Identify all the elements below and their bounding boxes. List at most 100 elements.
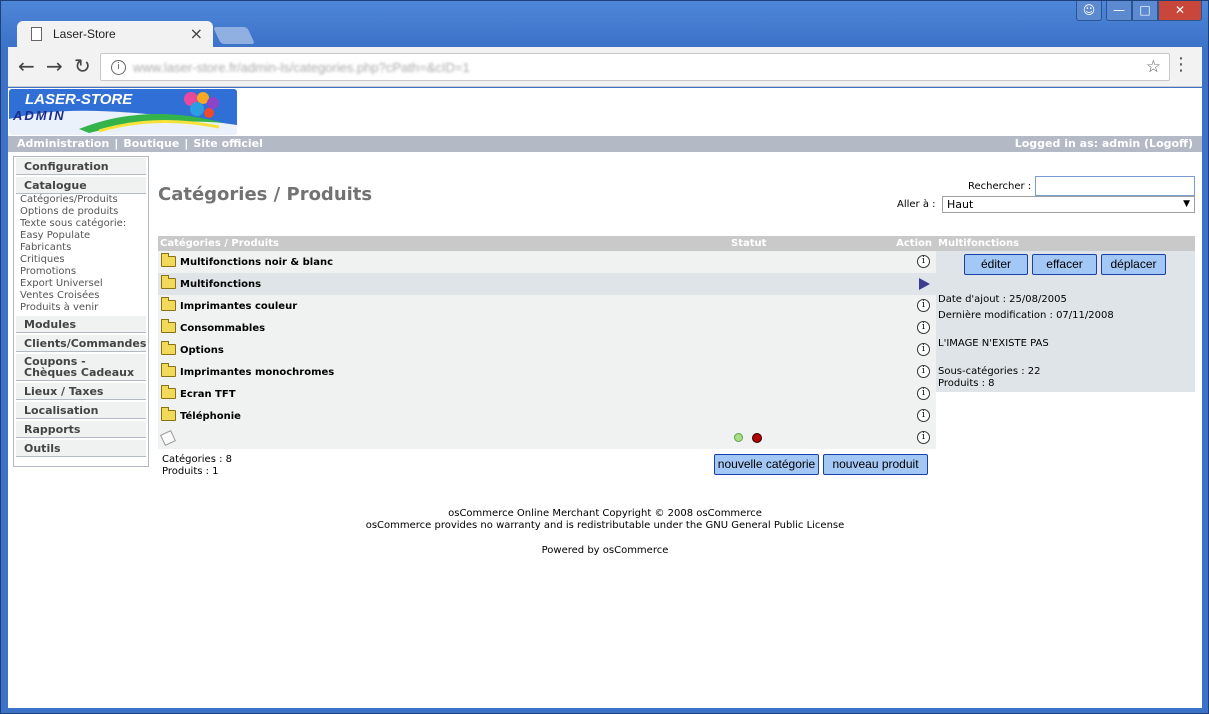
info-icon[interactable]: i <box>917 299 930 312</box>
product-icon[interactable] <box>160 430 176 446</box>
sidebar-item-options-produits[interactable]: Options de produits <box>14 206 148 218</box>
title-bar: Laser-Store × ☺ — □ ✕ <box>1 1 1208 48</box>
logo-line2: ADMIN <box>12 108 66 123</box>
folder-icon[interactable] <box>161 319 176 333</box>
table-row[interactable]: Multifonctions noir & blanc i <box>158 251 936 273</box>
info-icon[interactable]: i <box>917 365 930 378</box>
new-tab-button[interactable] <box>213 27 255 44</box>
sidebar-item-fabricants[interactable]: Fabricants <box>14 242 148 254</box>
reload-icon[interactable]: ↻ <box>74 55 91 77</box>
info-icon[interactable]: i <box>917 255 930 268</box>
browser-toolbar: ← → ↻ i www.laser-store.fr/admin-ls/cate… <box>8 47 1202 87</box>
browser-tab[interactable]: Laser-Store × <box>17 21 213 48</box>
browser-window: Laser-Store × ☺ — □ ✕ ← → ↻ i www.laser-… <box>0 0 1209 714</box>
table-row[interactable]: Imprimantes monochromes i <box>158 361 936 383</box>
header-link-administration[interactable]: Administration <box>17 137 109 150</box>
table-row[interactable]: Consommables i <box>158 317 936 339</box>
category-name[interactable]: Téléphonie <box>180 411 241 422</box>
header-link-boutique[interactable]: Boutique <box>123 137 179 150</box>
sidebar-section-modules[interactable]: Modules <box>16 316 146 333</box>
table-row[interactable]: Téléphonie i <box>158 405 936 427</box>
edit-button[interactable]: éditer <box>964 254 1028 275</box>
maximize-icon[interactable]: □ <box>1132 1 1158 21</box>
page-title: Catégories / Produits <box>158 184 373 205</box>
table-row[interactable]: Imprimantes couleur i <box>158 295 936 317</box>
info-icon[interactable]: i <box>917 343 930 356</box>
sidebar-item-ventes-croisees[interactable]: Ventes Croisées <box>14 290 148 302</box>
browser-menu-icon[interactable]: ⋮ <box>1172 55 1190 75</box>
admin-header-bar: Administration | Boutique | Site officiel Lo… <box>8 136 1202 152</box>
table-header: Catégories / Produits Statut Action <box>158 236 936 251</box>
image-note: L'IMAGE N'EXISTE PAS <box>938 338 1049 349</box>
folder-icon[interactable] <box>161 297 176 311</box>
sidebar-item-export-universel[interactable]: Export Universel <box>14 278 148 290</box>
sidebar-section-clients-commandes[interactable]: Clients/Commandes <box>16 335 146 352</box>
sidebar-item-produits-a-venir[interactable]: Produits à venir <box>14 302 148 314</box>
table-row-selected[interactable]: Multifonctions <box>158 273 936 295</box>
bookmark-star-icon[interactable]: ☆ <box>1146 57 1161 77</box>
close-window-icon[interactable]: ✕ <box>1158 1 1202 21</box>
minimize-icon[interactable]: — <box>1106 1 1132 21</box>
forward-arrow-icon[interactable]: → <box>46 55 63 77</box>
folder-icon[interactable] <box>161 385 176 399</box>
address-bar[interactable]: i www.laser-store.fr/admin-ls/categories… <box>100 53 1170 81</box>
sidebar-item-texte-sous-categorie[interactable]: Texte sous catégorie: <box>14 218 148 230</box>
info-icon[interactable]: i <box>917 321 930 334</box>
delete-button[interactable]: effacer <box>1032 254 1097 275</box>
new-product-button[interactable]: nouveau produit <box>823 454 928 475</box>
tab-close-icon[interactable]: × <box>190 24 203 43</box>
category-name[interactable]: Imprimantes couleur <box>180 301 297 312</box>
site-info-icon[interactable]: i <box>111 60 126 75</box>
goto-label: Aller à : <box>897 199 936 210</box>
sidebar-item-categories-produits[interactable]: Catégories/Produits <box>14 194 148 206</box>
folder-icon[interactable] <box>161 407 176 421</box>
url-text: www.laser-store.fr/admin-ls/categories.p… <box>133 60 470 75</box>
move-button[interactable]: déplacer <box>1101 254 1166 275</box>
category-name[interactable]: Multifonctions noir & blanc <box>180 257 333 268</box>
folder-icon[interactable] <box>161 253 176 267</box>
category-name[interactable]: Options <box>180 345 224 356</box>
status-active-icon[interactable] <box>734 433 743 442</box>
header-status: Statut <box>731 238 767 249</box>
page-icon <box>31 27 42 41</box>
sidebar-section-configuration[interactable]: Configuration <box>16 158 146 175</box>
products-in-category: Produits : 8 <box>938 378 995 389</box>
sidebar-item-easy-populate[interactable]: Easy Populate <box>14 230 148 242</box>
sidebar-section-localisation[interactable]: Localisation <box>16 402 146 419</box>
status-inactive-icon[interactable] <box>752 433 762 443</box>
category-name[interactable]: Multifonctions <box>180 279 261 290</box>
search-input[interactable] <box>1035 176 1195 196</box>
footer-powered-by: Powered by osCommerce <box>541 545 669 556</box>
info-icon[interactable]: i <box>917 387 930 400</box>
logged-in-status[interactable]: Logged in as: admin (Logoff) <box>1015 136 1193 152</box>
user-icon[interactable]: ☺ <box>1076 1 1102 21</box>
sidebar-item-critiques[interactable]: Critiques <box>14 254 148 266</box>
header-link-site-officiel[interactable]: Site officiel <box>193 137 263 150</box>
table-row[interactable]: Ecran TFT i <box>158 383 936 405</box>
category-name[interactable]: Imprimantes monochromes <box>180 367 334 378</box>
logo-line1: LASER-STORE <box>25 91 133 108</box>
window-controls: ☺ — □ ✕ <box>1076 1 1202 21</box>
info-icon[interactable]: i <box>917 409 930 422</box>
table-row[interactable]: Options i <box>158 339 936 361</box>
categories-table: Catégories / Produits Statut Action Mult… <box>158 236 936 449</box>
sidebar-section-catalogue[interactable]: Catalogue <box>16 177 146 194</box>
sidebar-item-promotions[interactable]: Promotions <box>14 266 148 278</box>
search-label: Rechercher : <box>968 181 1032 192</box>
goto-selected-value: Haut <box>947 198 974 211</box>
category-name[interactable]: Ecran TFT <box>180 389 236 400</box>
sidebar-section-outils[interactable]: Outils <box>16 440 146 457</box>
back-arrow-icon[interactable]: ← <box>18 55 35 77</box>
folder-icon[interactable] <box>161 275 176 289</box>
new-category-button[interactable]: nouvelle catégorie <box>714 454 819 475</box>
category-name[interactable]: Consommables <box>180 323 265 334</box>
folder-icon[interactable] <box>161 363 176 377</box>
footer-copyright: osCommerce Online Merchant Copyright © 2… <box>448 508 762 519</box>
table-row-product[interactable]: i <box>158 427 936 449</box>
folder-icon[interactable] <box>161 341 176 355</box>
sidebar-section-coupons[interactable]: Coupons - Chèques Cadeaux <box>16 354 146 381</box>
sidebar-section-lieux-taxes[interactable]: Lieux / Taxes <box>16 383 146 400</box>
goto-select[interactable]: Haut ▼ <box>942 196 1195 213</box>
sidebar-section-rapports[interactable]: Rapports <box>16 421 146 438</box>
info-icon[interactable]: i <box>917 431 930 444</box>
